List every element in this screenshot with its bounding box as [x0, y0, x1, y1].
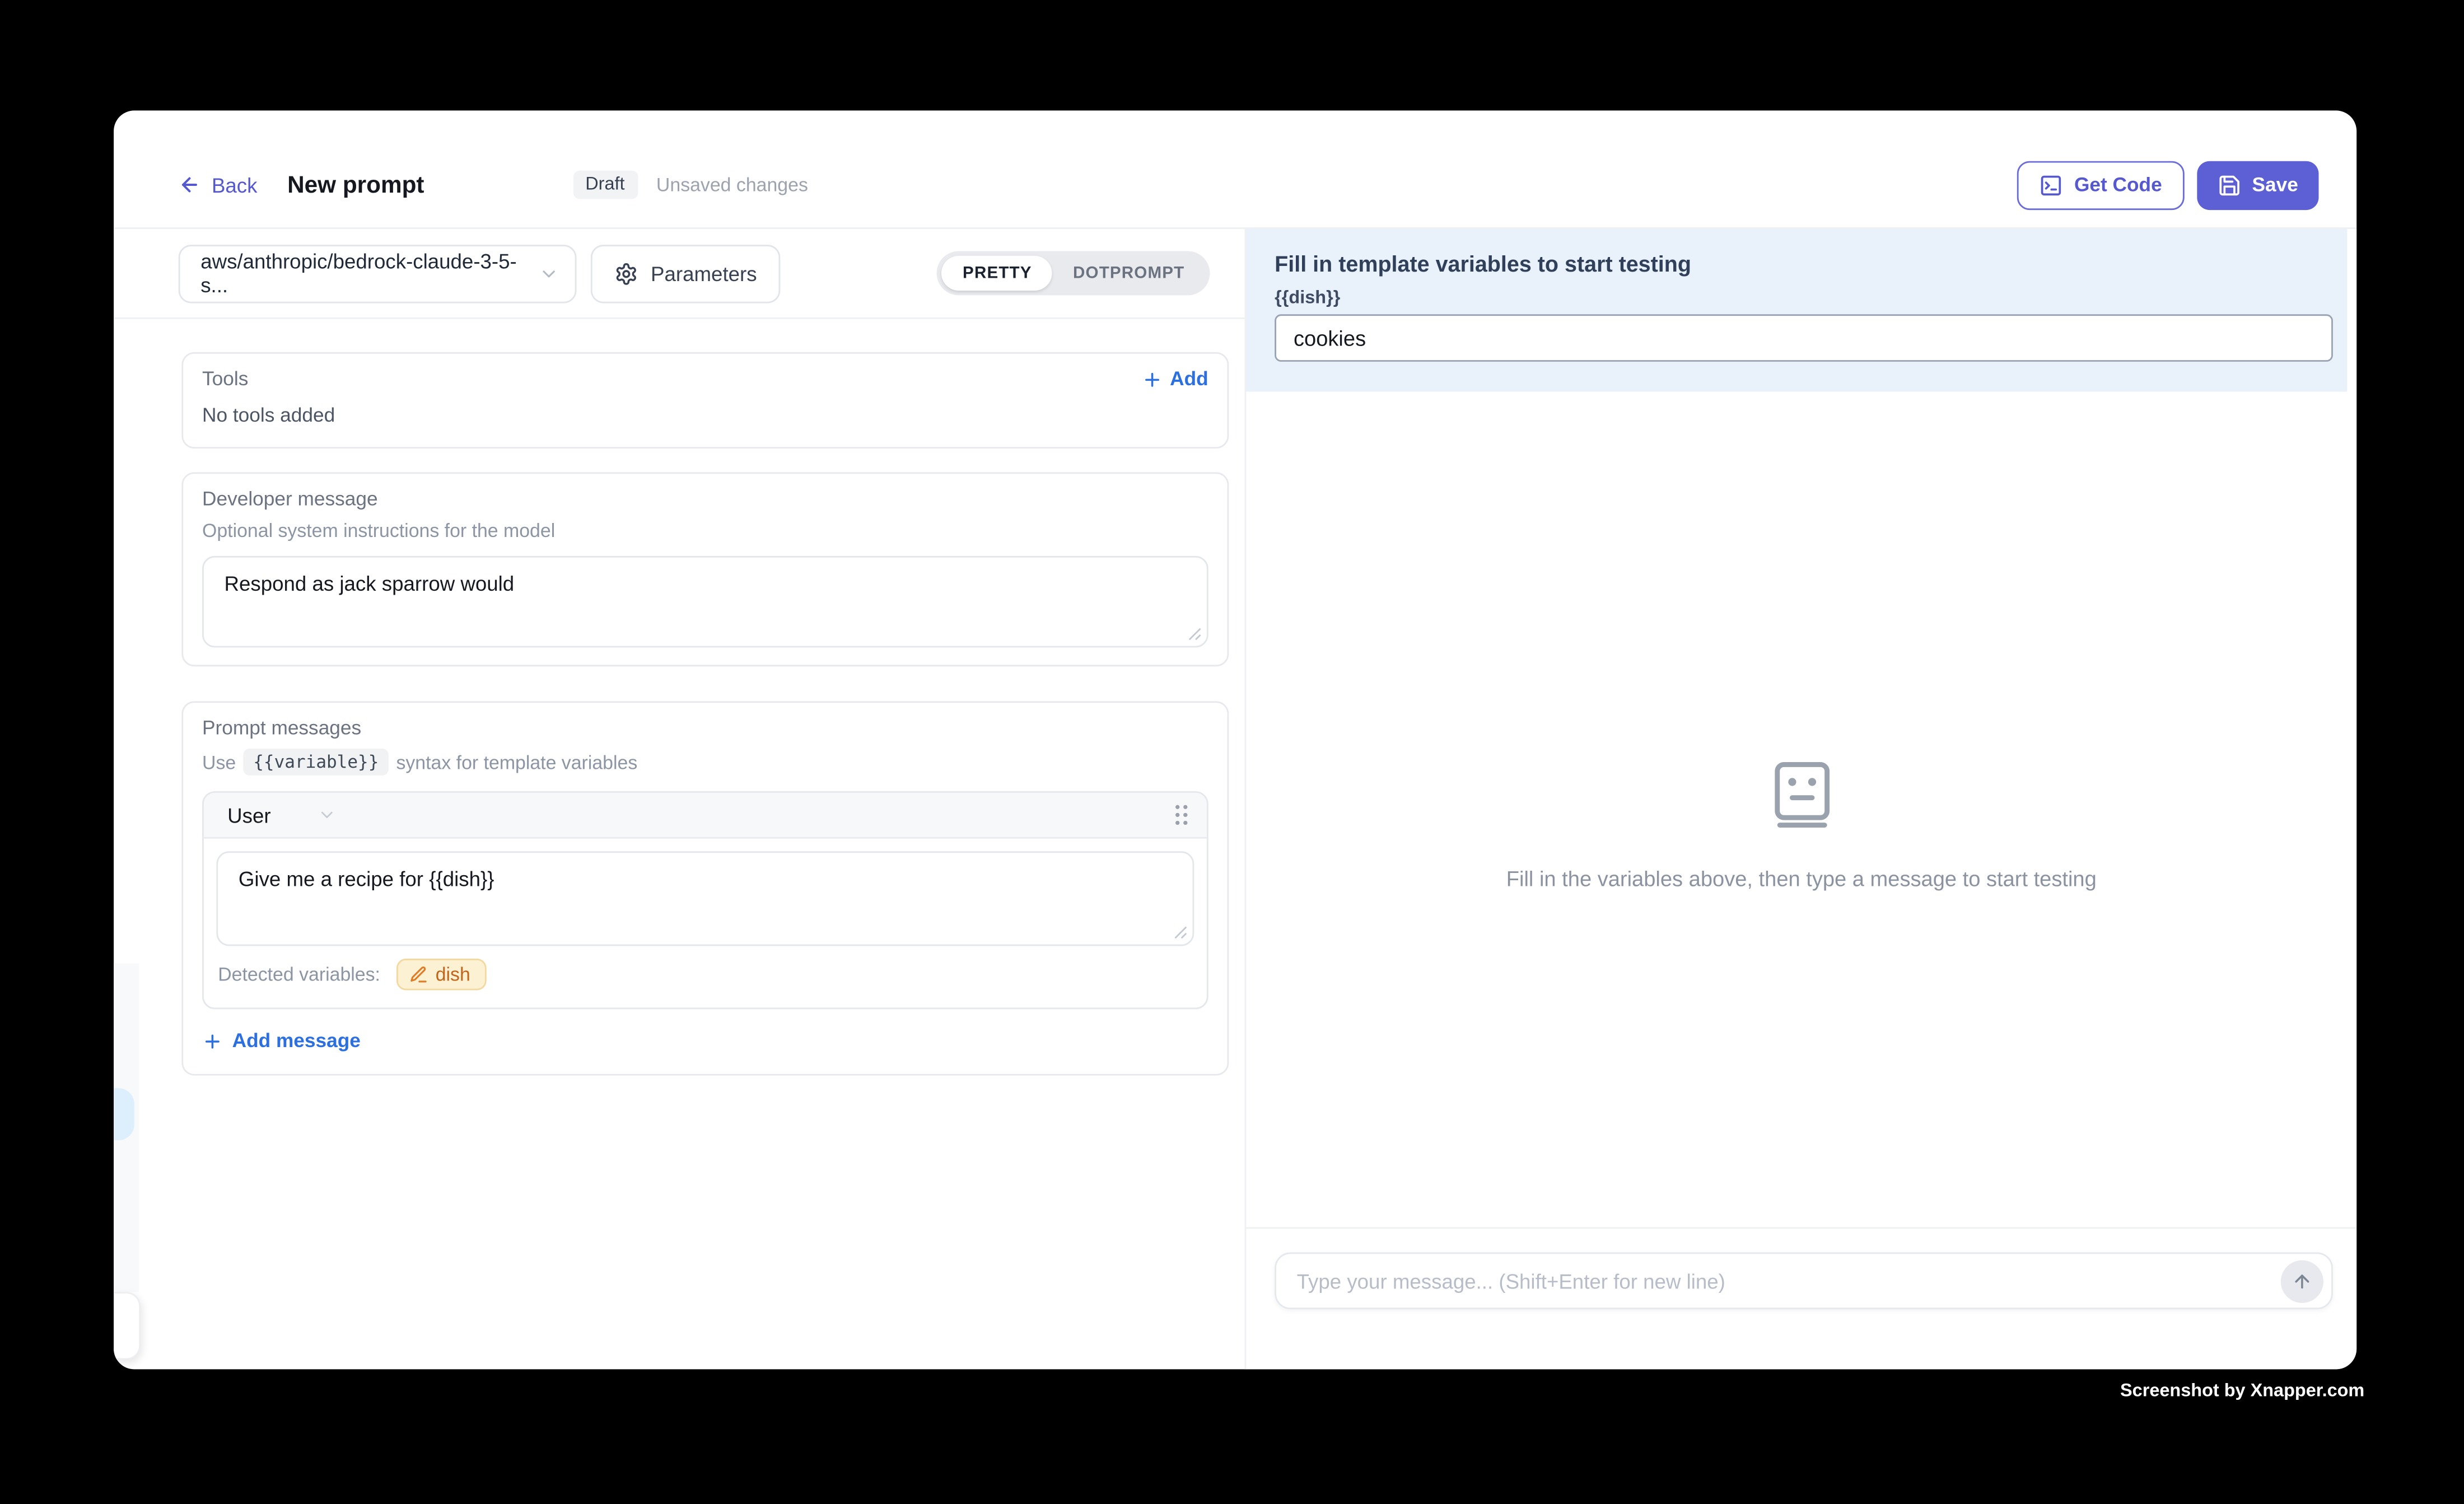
prompt-editor-panel: aws/anthropic/bedrock-claude-3-5-s... Pa… [114, 229, 1244, 1369]
unsaved-changes-text: Unsaved changes [656, 174, 808, 195]
back-button[interactable]: Back [179, 173, 258, 197]
view-toggle: PRETTY DOTPROMPT [937, 251, 1210, 295]
window-body: aws/anthropic/bedrock-claude-3-5-s... Pa… [114, 229, 2356, 1369]
app-window: Back New prompt Draft Unsaved changes Ge… [114, 110, 2356, 1369]
variable-syntax-chip: {{variable}} [244, 749, 388, 776]
variable-value-input[interactable] [1275, 314, 2333, 362]
model-select-value: aws/anthropic/bedrock-claude-3-5-s... [200, 250, 539, 297]
chevron-down-icon [539, 263, 559, 284]
arrow-left-icon [179, 174, 200, 195]
prompt-messages-title: Prompt messages [202, 717, 1208, 739]
watermark-text: Screenshot by Xnapper.com [2120, 1382, 2364, 1401]
empty-state: Fill in the variables above, then type a… [1246, 761, 2356, 890]
role-select[interactable]: User [227, 803, 337, 826]
screenshot-background: Back New prompt Draft Unsaved changes Ge… [0, 0, 2464, 1504]
empty-state-text: Fill in the variables above, then type a… [1506, 867, 2097, 890]
send-button[interactable] [2281, 1259, 2323, 1302]
save-label: Save [2252, 174, 2298, 195]
drag-handle-icon [1174, 804, 1189, 826]
tools-title: Tools [202, 368, 248, 390]
message-block: User [202, 791, 1208, 1009]
toggle-option-dotprompt[interactable]: DOTPROMPT [1052, 256, 1205, 291]
back-label: Back [212, 173, 258, 197]
template-variables-title: Fill in template variables to start test… [1275, 251, 2333, 276]
message-header: User [204, 793, 1207, 839]
prompt-messages-section: Prompt messages Use {{variable}} syntax … [181, 701, 1229, 1075]
arrow-up-icon [2292, 1271, 2313, 1291]
add-tool-button[interactable]: Add [1141, 368, 1208, 390]
drag-handle[interactable] [1174, 804, 1189, 826]
tools-section: Tools Add No tools added [181, 352, 1229, 449]
get-code-button[interactable]: Get Code [2017, 160, 2184, 209]
detected-variables-label: Detected variables: [218, 964, 380, 985]
developer-message-section: Developer message Optional system instru… [181, 472, 1229, 666]
parameters-button[interactable]: Parameters [591, 244, 781, 302]
message-textarea[interactable]: Give me a recipe for {{dish}} [216, 851, 1194, 946]
pencil-icon [409, 965, 428, 984]
toggle-option-pretty[interactable]: PRETTY [942, 256, 1052, 291]
template-variables-panel: Fill in template variables to start test… [1246, 229, 2347, 392]
role-select-value: User [227, 803, 270, 826]
robot-face-icon [1773, 761, 1830, 827]
chat-input-box [1275, 1253, 2333, 1310]
variable-chip-label: dish [436, 964, 470, 985]
chat-message-input[interactable] [1297, 1269, 2281, 1292]
terminal-icon [2040, 173, 2063, 197]
add-message-button[interactable]: Add message [202, 1030, 1208, 1052]
tools-empty-text: No tools added [202, 404, 1208, 426]
get-code-label: Get Code [2074, 174, 2162, 195]
gear-icon [614, 261, 638, 285]
page-title: New prompt [287, 171, 424, 198]
variable-name-label: {{dish}} [1275, 289, 2333, 308]
developer-message-title: Developer message [202, 488, 1208, 510]
plus-icon [1141, 369, 1162, 390]
editor-sections: Tools Add No tools added Devel [114, 319, 1244, 1076]
add-tool-label: Add [1170, 368, 1208, 390]
status-badge: Draft [573, 171, 637, 199]
chevron-down-icon [318, 805, 337, 824]
background-panel-corner [114, 1292, 141, 1360]
save-icon [2217, 173, 2241, 197]
add-message-label: Add message [232, 1030, 361, 1052]
plus-icon [202, 1030, 223, 1051]
background-sidebar-active-item [114, 1088, 134, 1140]
hint-prefix: Use [202, 751, 236, 773]
developer-message-subtitle: Optional system instructions for the mod… [202, 520, 1208, 541]
chat-input-bar [1246, 1227, 2356, 1370]
parameters-label: Parameters [651, 261, 757, 285]
test-panel: Fill in template variables to start test… [1245, 229, 2357, 1369]
developer-message-textarea[interactable]: Respond as jack sparrow would [202, 556, 1208, 648]
save-button[interactable]: Save [2197, 160, 2319, 209]
variable-chip-dish[interactable]: dish [396, 959, 486, 990]
model-select[interactable]: aws/anthropic/bedrock-claude-3-5-s... [179, 244, 577, 302]
header: Back New prompt Draft Unsaved changes Ge… [114, 110, 2356, 229]
editor-toolbar: aws/anthropic/bedrock-claude-3-5-s... Pa… [114, 229, 1244, 319]
hint-suffix: syntax for template variables [396, 751, 637, 773]
message-body: Give me a recipe for {{dish}} Detected v… [204, 839, 1207, 1008]
